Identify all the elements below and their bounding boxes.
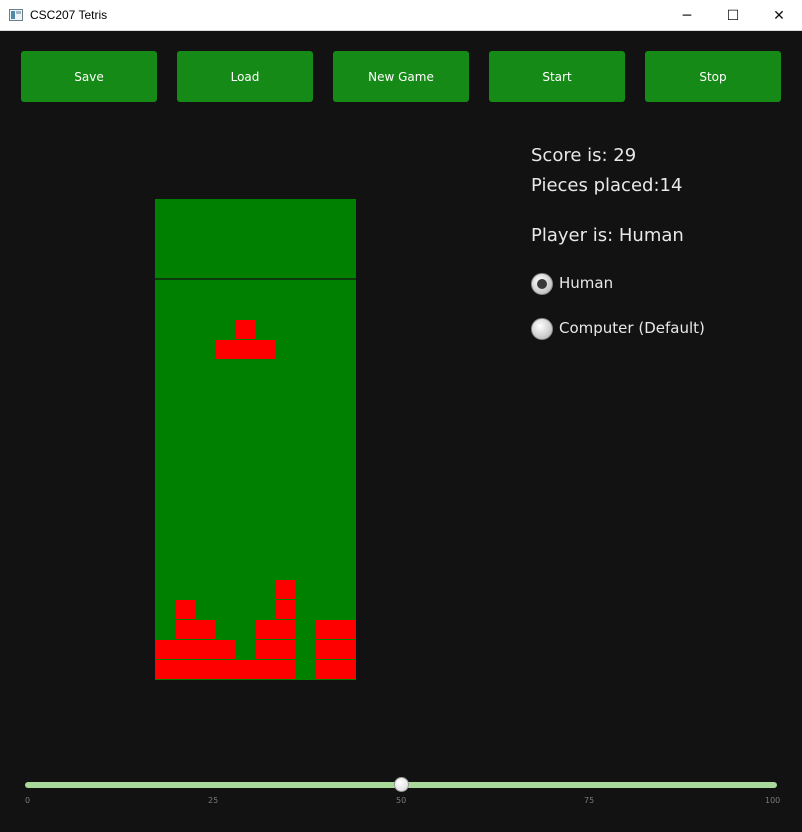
slider-tick-label: 25 (208, 796, 219, 805)
falling-piece-block (236, 340, 255, 359)
placed-block (316, 660, 335, 679)
new-game-button[interactable]: New Game (333, 51, 469, 102)
placed-block (256, 620, 275, 639)
placed-block (336, 640, 355, 659)
start-button[interactable]: Start (489, 51, 625, 102)
placed-block (176, 640, 195, 659)
tetris-board[interactable] (155, 199, 356, 680)
app-icon (9, 9, 23, 21)
placed-block (276, 660, 295, 679)
placed-block (276, 620, 295, 639)
load-button[interactable]: Load (177, 51, 313, 102)
placed-block (276, 640, 295, 659)
falling-piece-block (216, 340, 235, 359)
placed-block (236, 660, 255, 679)
placed-block (336, 620, 355, 639)
close-button[interactable]: ✕ (756, 0, 802, 31)
save-button[interactable]: Save (21, 51, 157, 102)
stop-button[interactable]: Stop (645, 51, 781, 102)
placed-block (256, 660, 275, 679)
slider-tick-label: 75 (584, 796, 595, 805)
placed-block (276, 600, 295, 619)
minimize-button[interactable]: ─ (664, 0, 710, 31)
human-radio[interactable] (531, 273, 553, 295)
computer-radio-label[interactable]: Computer (Default) (559, 319, 705, 337)
window-title: CSC207 Tetris (30, 8, 108, 22)
placed-block (336, 660, 355, 679)
placed-block (176, 660, 195, 679)
placed-block (196, 620, 215, 639)
score-label: Score is: 29 (531, 145, 637, 166)
player-label: Player is: Human (531, 225, 684, 246)
placed-block (216, 660, 235, 679)
human-radio-label[interactable]: Human (559, 274, 613, 292)
placed-block (156, 640, 175, 659)
falling-piece-block (236, 320, 255, 339)
pieces-placed-label: Pieces placed:14 (531, 175, 683, 196)
placed-block (196, 660, 215, 679)
placed-block (256, 640, 275, 659)
maximize-button[interactable]: ☐ (710, 0, 756, 31)
placed-block (316, 640, 335, 659)
placed-block (216, 640, 235, 659)
placed-block (196, 640, 215, 659)
placed-block (176, 620, 195, 639)
falling-piece-block (256, 340, 275, 359)
slider-tick-label: 50 (396, 796, 407, 805)
placed-block (156, 660, 175, 679)
speed-slider-thumb[interactable] (393, 777, 409, 792)
computer-radio[interactable] (531, 318, 553, 340)
title-bar: CSC207 Tetris ─ ☐ ✕ (0, 0, 802, 31)
slider-tick-label: 0 (25, 796, 31, 805)
placed-block (316, 620, 335, 639)
placed-block (176, 600, 195, 619)
spawn-zone-line (155, 278, 356, 280)
slider-tick-label: 100 (765, 796, 781, 805)
placed-block (276, 580, 295, 599)
